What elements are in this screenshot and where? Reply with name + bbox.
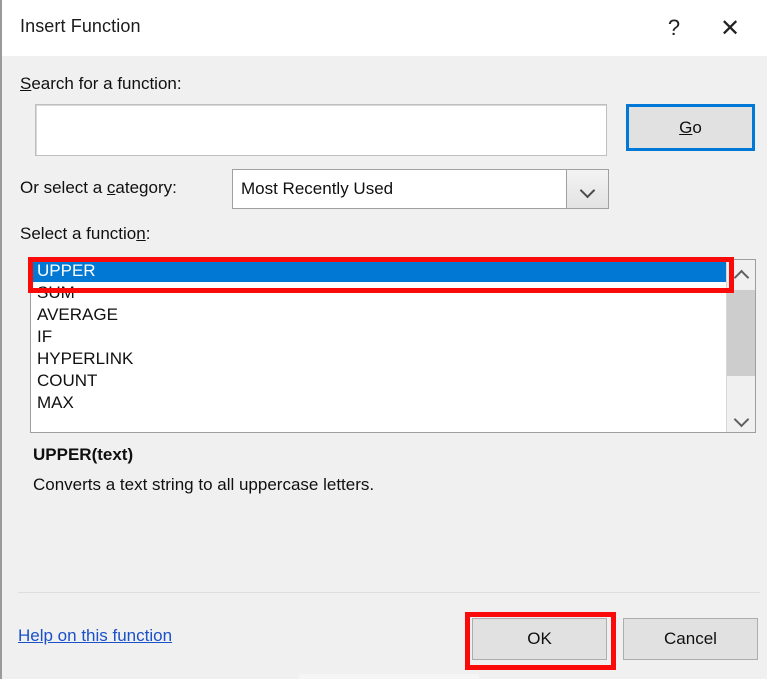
function-list: UPPER SUM AVERAGE IF HYPERLINK COUNT MAX [31, 260, 726, 432]
function-description: Converts a text string to all uppercase … [33, 475, 375, 494]
chevron-down-glyph [735, 414, 748, 422]
function-listbox[interactable]: UPPER SUM AVERAGE IF HYPERLINK COUNT MAX [30, 259, 756, 433]
search-label-rest: earch for a function: [31, 74, 182, 93]
go-button[interactable]: Go [626, 104, 755, 151]
list-item[interactable]: COUNT [31, 370, 726, 392]
scroll-up-icon[interactable] [727, 260, 755, 288]
function-signature: UPPER(text) [33, 445, 134, 464]
list-item[interactable]: IF [31, 326, 726, 348]
chevron-down-glyph [581, 185, 594, 193]
chevron-down-icon[interactable] [566, 170, 608, 208]
function-label-accel: n [136, 224, 146, 243]
dialog-body: Search for a function: Go Or select a ca… [2, 56, 767, 679]
close-icon[interactable]: ✕ [708, 8, 752, 48]
search-label-accel: S [20, 74, 32, 93]
category-label-post: ategory: [115, 178, 177, 197]
list-item[interactable]: HYPERLINK [31, 348, 726, 370]
chevron-up-glyph [735, 270, 748, 278]
list-item[interactable]: AVERAGE [31, 304, 726, 326]
title-bar: Insert Function ? ✕ [2, 0, 767, 56]
search-input[interactable] [35, 104, 607, 156]
list-item[interactable]: MAX [31, 392, 726, 414]
function-list-scrollbar[interactable] [726, 260, 755, 432]
category-label: Or select a category: [20, 178, 177, 198]
scrollbar-thumb[interactable] [727, 290, 755, 376]
function-label-post: : [145, 224, 151, 243]
search-label: Search for a function: [20, 74, 182, 94]
go-button-accel: G [679, 117, 693, 137]
exceldemy-watermark: exceldemy EXCEL · DATA · BI [299, 674, 479, 679]
category-dropdown[interactable]: Most Recently Used [232, 169, 609, 209]
category-label-pre: Or select a [20, 178, 107, 197]
go-button-rest: o [692, 117, 702, 137]
help-icon[interactable]: ? [652, 8, 696, 48]
list-item[interactable]: UPPER [31, 260, 726, 282]
category-selected-value: Most Recently Used [241, 179, 394, 198]
footer-divider [18, 592, 760, 593]
function-label-pre: Select a functio [20, 224, 137, 243]
insert-function-dialog: Insert Function ? ✕ Search for a functio… [0, 0, 767, 679]
help-on-this-function-link[interactable]: Help on this function [18, 626, 172, 646]
cancel-button[interactable]: Cancel [623, 618, 758, 660]
ok-button[interactable]: OK [472, 618, 607, 660]
dialog-title: Insert Function [20, 16, 141, 36]
scroll-down-icon[interactable] [727, 404, 755, 432]
list-item[interactable]: SUM [31, 282, 726, 304]
function-list-label: Select a function: [20, 224, 150, 244]
